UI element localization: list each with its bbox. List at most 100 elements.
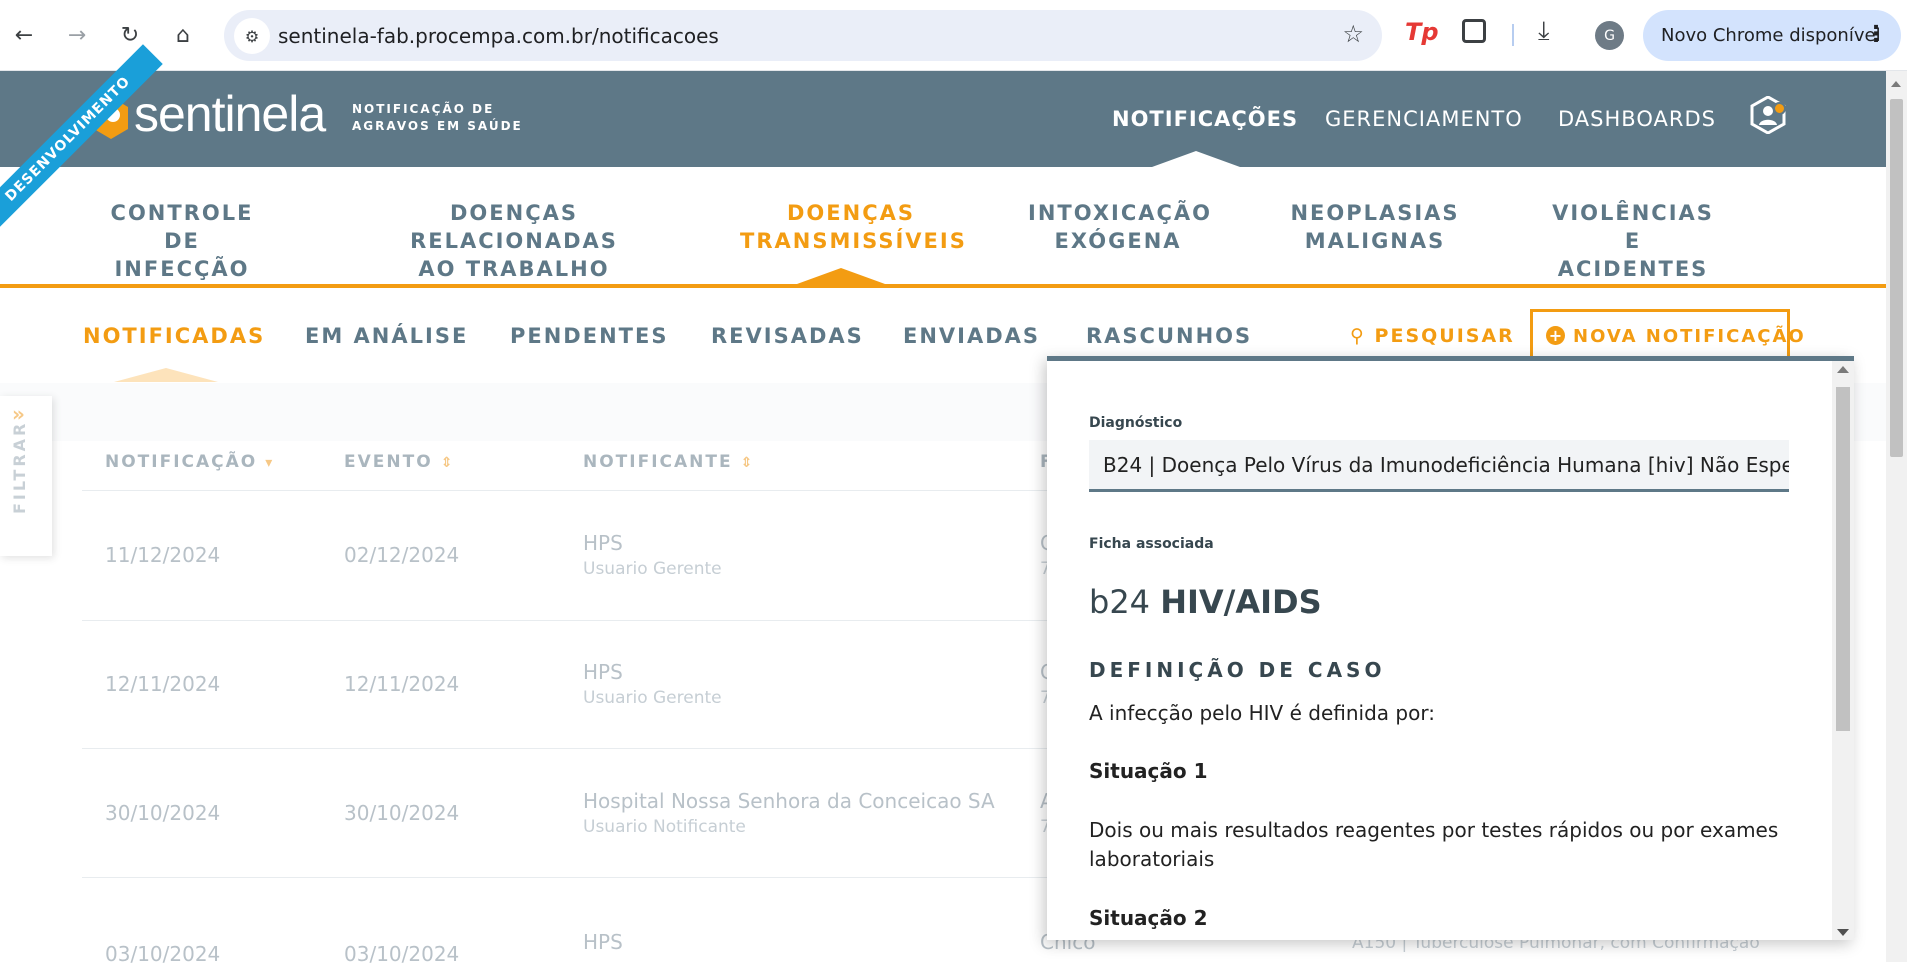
cell-notificante[interactable]: HPS <box>583 930 623 954</box>
cell-evento[interactable]: 12/11/2024 <box>344 672 459 696</box>
column-header-notificante[interactable]: NOTIFICANTE ⇕ <box>583 452 754 472</box>
category-label: ACIDENTES <box>1557 257 1709 281</box>
home-icon[interactable]: ⌂ <box>165 17 201 53</box>
app-tagline: NOTIFICAÇÃO DE AGRAVOS EM SAÚDE <box>352 101 523 135</box>
category-active-indicator <box>797 268 885 284</box>
ficha-associada-label: Ficha associada <box>1089 536 1214 552</box>
scroll-down-icon[interactable] <box>1837 929 1849 936</box>
page-scroll-thumb[interactable] <box>1890 99 1903 457</box>
plus-circle-icon: + <box>1546 326 1565 345</box>
nav-notificacoes[interactable]: NOTIFICAÇÕES <box>1112 107 1298 131</box>
cell-notificante[interactable]: HPS <box>583 660 623 684</box>
address-bar[interactable]: ⚙ sentinela-fab.procempa.com.br/notifica… <box>224 10 1382 61</box>
search-button[interactable]: ⚲ PESQUISAR <box>1350 325 1515 347</box>
category-label: MALIGNAS <box>1304 229 1446 253</box>
category-controle-de-infeccao[interactable]: CONTROLE DE INFECÇÃO <box>92 199 272 283</box>
category-label: DOENÇAS RELACIONADAS <box>410 201 618 253</box>
category-violencias-e-acidentes[interactable]: VIOLÊNCIAS E ACIDENTES <box>1540 199 1726 283</box>
menu-dots-icon[interactable]: ⋮ <box>1865 22 1887 47</box>
profile-avatar[interactable]: G <box>1595 21 1624 50</box>
cell-notificacao[interactable]: 12/11/2024 <box>105 672 220 696</box>
extension-tp-icon[interactable]: Tp <box>1405 18 1439 46</box>
back-icon[interactable]: ← <box>6 17 42 53</box>
tab-em-analise[interactable]: EM ANÁLISE <box>305 324 468 348</box>
site-settings-icon[interactable]: ⚙ <box>234 18 270 54</box>
category-label: INFECÇÃO <box>114 257 250 281</box>
bookmark-star-icon[interactable]: ☆ <box>1342 20 1364 48</box>
category-label: NEOPLASIAS <box>1290 201 1460 225</box>
cell-notificacao[interactable]: 30/10/2024 <box>105 801 220 825</box>
extensions-icon[interactable] <box>1462 19 1486 43</box>
category-label: EXÓGENA <box>1054 229 1182 253</box>
tab-active-indicator <box>114 368 218 382</box>
tagline-line-2: AGRAVOS EM SAÚDE <box>352 119 523 133</box>
tab-pendentes[interactable]: PENDENTES <box>510 324 668 348</box>
scroll-up-icon[interactable] <box>1891 81 1901 87</box>
tab-revisadas[interactable]: REVISADAS <box>711 324 864 348</box>
new-notification-label: NOVA NOTIFICAÇÃO <box>1573 326 1806 347</box>
category-intoxicacao-exogena[interactable]: INTOXICAÇÃO EXÓGENA <box>1028 199 1210 255</box>
situacao-2-title: Situação 2 <box>1089 906 1208 930</box>
category-nav: CONTROLE DE INFECÇÃO DOENÇAS RELACIONADA… <box>0 167 1886 288</box>
app-header: sentinela NOTIFICAÇÃO DE AGRAVOS EM SAÚD… <box>0 71 1886 167</box>
nav-dashboards[interactable]: DASHBOARDS <box>1558 107 1716 131</box>
tab-notificadas[interactable]: NOTIFICADAS <box>83 324 265 348</box>
cell-evento[interactable]: 30/10/2024 <box>344 801 459 825</box>
diagnostico-field[interactable]: B24 | Doença Pelo Vírus da Imunodeficiên… <box>1089 440 1789 492</box>
cell-usuario: Usuario Notificante <box>583 817 746 837</box>
situacao-1-title: Situação 1 <box>1089 759 1208 783</box>
search-label: PESQUISAR <box>1374 325 1515 347</box>
definicao-heading: DEFINIÇÃO DE CASO <box>1089 658 1386 682</box>
category-label: VIOLÊNCIAS E <box>1552 201 1714 253</box>
diagnostico-label: Diagnóstico <box>1089 415 1183 431</box>
sort-desc-icon: ▾ <box>265 455 275 471</box>
definicao-intro: A infecção pelo HIV é definida por: <box>1089 701 1435 725</box>
scroll-up-icon[interactable] <box>1837 366 1849 373</box>
cell-usuario: Usuario Gerente <box>583 559 722 579</box>
category-label: CONTROLE DE <box>110 201 254 253</box>
category-label: DOENÇAS <box>787 201 915 225</box>
tagline-line-1: NOTIFICAÇÃO DE <box>352 102 495 116</box>
nav-active-indicator <box>1152 151 1240 167</box>
cell-notificacao[interactable]: 11/12/2024 <box>105 543 220 567</box>
sort-icon: ⇕ <box>740 455 755 471</box>
cell-usuario: Usuario Gerente <box>583 688 722 708</box>
cell-notificante[interactable]: Hospital Nossa Senhora da Conceicao SA <box>583 789 995 813</box>
ficha-title: b24 HIV/AIDS <box>1089 583 1322 621</box>
url-text[interactable]: sentinela-fab.procempa.com.br/notificaco… <box>278 24 719 48</box>
app-logo[interactable]: sentinela <box>134 85 326 143</box>
panel-scroll-thumb[interactable] <box>1836 387 1850 731</box>
search-icon: ⚲ <box>1350 325 1366 347</box>
filter-label: FILTRAR <box>10 420 29 514</box>
tab-rascunhos[interactable]: RASCUNHOS <box>1086 324 1252 348</box>
tab-enviadas[interactable]: ENVIADAS <box>903 324 1040 348</box>
toolbar-divider <box>1512 24 1514 46</box>
page-scrollbar[interactable] <box>1886 71 1907 962</box>
category-label: AO TRABALHO <box>418 257 610 281</box>
header-label: EVENTO <box>344 452 433 472</box>
nav-gerenciamento[interactable]: GERENCIAMENTO <box>1325 107 1523 131</box>
new-notification-button[interactable]: + NOVA NOTIFICAÇÃO <box>1530 309 1804 361</box>
download-icon[interactable]: ⤓ <box>1538 16 1550 47</box>
sort-icon: ⇕ <box>440 455 455 471</box>
notification-dot <box>1773 102 1786 115</box>
cell-evento[interactable]: 02/12/2024 <box>344 543 459 567</box>
column-header-notificacao[interactable]: NOTIFICAÇÃO ▾ <box>105 452 274 472</box>
panel-scrollbar[interactable] <box>1832 361 1854 940</box>
cell-evento[interactable]: 03/10/2024 <box>344 942 459 966</box>
ficha-name: HIV/AIDS <box>1160 583 1322 621</box>
filter-toggle[interactable]: » FILTRAR <box>0 396 52 556</box>
column-header-evento[interactable]: EVENTO ⇕ <box>344 452 454 472</box>
header-label: NOTIFICANTE <box>583 452 733 472</box>
situacao-1-text: Dois ou mais resultados reagentes por te… <box>1089 818 1779 871</box>
chrome-update-button[interactable]: Novo Chrome disponível ⋮ <box>1643 10 1901 61</box>
forward-icon[interactable]: → <box>59 17 95 53</box>
category-doencas-relacionadas-ao-trabalho[interactable]: DOENÇAS RELACIONADAS AO TRABALHO <box>360 199 668 283</box>
new-notification-panel: Diagnóstico B24 | Doença Pelo Vírus da I… <box>1047 356 1854 940</box>
ficha-code: b24 <box>1089 583 1151 621</box>
diagnostico-value[interactable]: B24 | Doença Pelo Vírus da Imunodeficiên… <box>1103 453 1789 477</box>
category-doencas-transmissiveis[interactable]: DOENÇAS TRANSMISSÍVEIS <box>740 199 965 255</box>
category-neoplasias-malignas[interactable]: NEOPLASIAS MALIGNAS <box>1290 199 1460 255</box>
cell-notificante[interactable]: HPS <box>583 531 623 555</box>
cell-notificacao[interactable]: 03/10/2024 <box>105 942 220 966</box>
